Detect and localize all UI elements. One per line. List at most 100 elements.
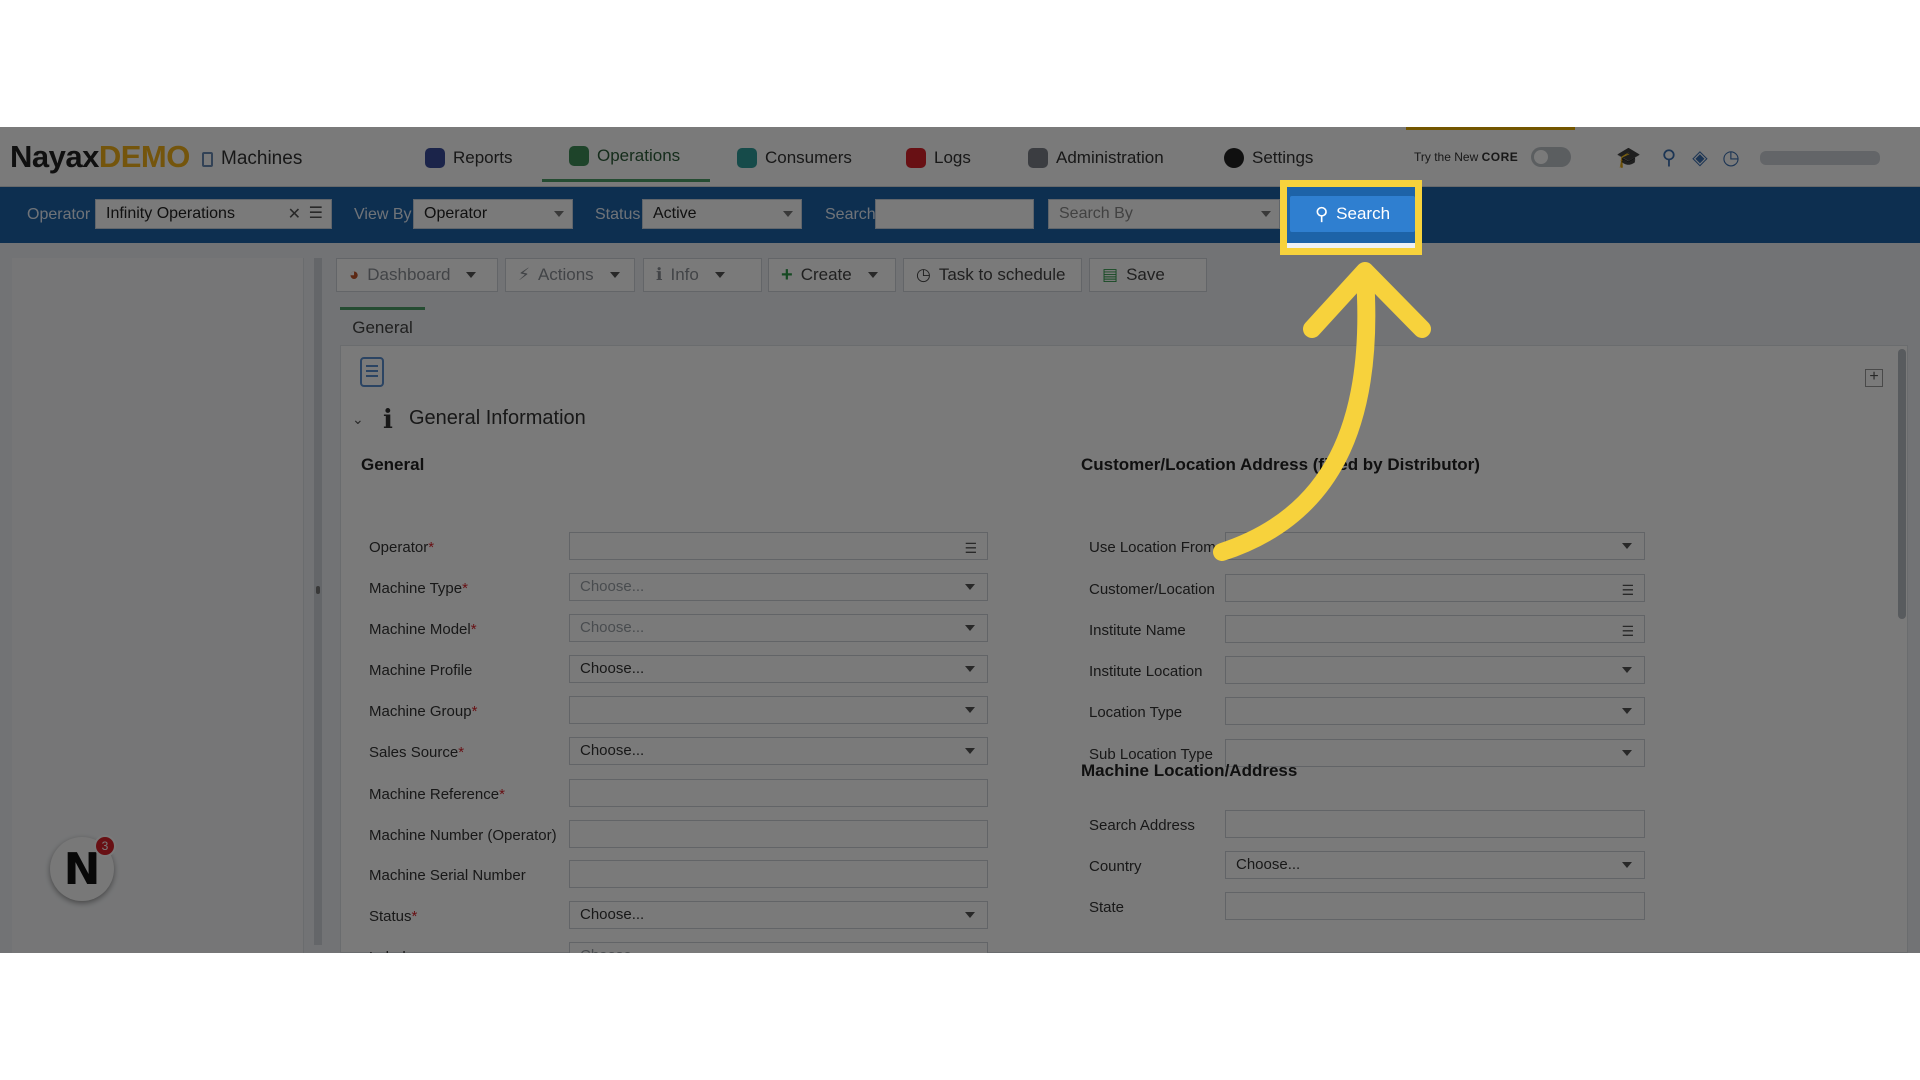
searchby-select[interactable]: Search By (1048, 199, 1280, 229)
field-label: Operator* (369, 539, 434, 556)
notification-count: 3 (101, 839, 109, 853)
field-value: Choose... (580, 578, 645, 595)
nav-label: Logs (934, 148, 971, 167)
chevron-down-icon (609, 272, 620, 278)
searchby-placeholder: Search By (1059, 205, 1133, 222)
list-icon: ☰ (1621, 623, 1634, 639)
reports-icon (425, 148, 445, 168)
form-field[interactable]: Choose... (569, 573, 988, 601)
field-label: Status* (369, 908, 417, 925)
field-label: Country (1089, 858, 1142, 875)
chevron-down-icon (1622, 667, 1632, 673)
info-button[interactable]: ℹ Info (643, 258, 762, 292)
nav-settings[interactable]: Settings (1224, 143, 1313, 173)
globe-icon[interactable]: ◈ (1689, 147, 1711, 169)
nav-reports[interactable]: Reports (425, 143, 513, 173)
status-filter-label: Status (595, 206, 641, 223)
settings-gear-icon (1224, 148, 1244, 168)
form-field[interactable]: ☰ (1225, 615, 1645, 643)
field-label: Machine Number (Operator) (369, 827, 557, 844)
form-field[interactable] (1225, 892, 1645, 920)
dashboard-label: Dashboard (367, 265, 451, 284)
field-label: Machine Reference* (369, 786, 505, 803)
tab-general[interactable]: General (340, 307, 425, 345)
chevron-down-icon (1622, 543, 1632, 549)
viewby-select[interactable]: Operator (413, 199, 573, 229)
form-field[interactable] (1225, 656, 1645, 684)
collapse-chevron-icon[interactable]: ⌄ (352, 411, 364, 428)
plus-icon: + (781, 263, 793, 286)
chevron-down-icon (867, 272, 878, 278)
form-field[interactable] (569, 779, 988, 807)
actions-button[interactable]: ⚡ Actions (505, 258, 635, 292)
required-marker: * (458, 744, 465, 761)
content-scrollbar[interactable] (1898, 349, 1906, 619)
search-icon[interactable]: ⚲ (1658, 147, 1680, 169)
form-field[interactable] (1225, 810, 1645, 838)
field-label-text: Machine Profile (369, 662, 473, 679)
new-core-toggle[interactable] (1531, 147, 1571, 167)
lightning-icon: ⚡ (518, 265, 530, 284)
form-field[interactable]: Choose... (569, 614, 988, 642)
field-label-text: Machine Type (369, 580, 463, 597)
status-filter-select[interactable]: Active (642, 199, 802, 229)
field-value: Choose... (580, 906, 645, 923)
field-label-text: Sales Source (369, 744, 459, 761)
form-field[interactable] (569, 696, 988, 724)
chevron-down-icon (1261, 211, 1271, 217)
required-marker: * (462, 580, 468, 597)
clear-icon[interactable]: ✕ (288, 205, 301, 225)
form-field[interactable] (569, 860, 988, 888)
active-tab-indicator (542, 179, 710, 182)
form-field[interactable]: ☰ (569, 532, 988, 560)
nav-administration[interactable]: Administration (1028, 143, 1164, 173)
sidebar-splitter[interactable] (314, 258, 322, 945)
module-title: Machines (202, 148, 302, 170)
form-field[interactable] (1225, 697, 1645, 725)
task-to-schedule-button[interactable]: ◷ Task to schedule (903, 258, 1082, 292)
field-label: Institute Location (1089, 663, 1203, 680)
field-label-text: Labels (369, 949, 413, 953)
field-label: Machine Serial Number (369, 867, 526, 884)
save-button[interactable]: ▤ Save (1089, 258, 1207, 292)
module-label: Machines (221, 148, 303, 169)
clock-icon[interactable]: ◷ (1720, 147, 1742, 169)
nav-operations[interactable]: Operations (569, 141, 680, 171)
operator-filter-input[interactable]: Infinity Operations ✕ ☰ (95, 199, 332, 229)
filter-bar: Operator Infinity Operations ✕ ☰ View By… (0, 187, 1920, 243)
user-menu[interactable] (1760, 151, 1880, 165)
field-label: Search Address (1089, 817, 1195, 834)
form-field[interactable] (569, 820, 988, 848)
list-icon: ☰ (964, 540, 977, 556)
field-value: Choose... (580, 947, 644, 954)
field-label: Machine Profile (369, 662, 472, 679)
notification-count-badge: 3 (94, 835, 116, 857)
create-button[interactable]: + Create (768, 258, 896, 292)
expand-plus-icon[interactable]: + (1865, 369, 1883, 387)
search-filter-input[interactable] (875, 199, 1034, 229)
nav-consumers[interactable]: Consumers (737, 143, 852, 173)
nav-logs[interactable]: Logs (906, 143, 971, 173)
form-field[interactable]: Choose... (569, 737, 988, 765)
chevron-down-icon (965, 584, 975, 590)
create-label: Create (800, 265, 852, 284)
form-field[interactable]: Choose... (1225, 851, 1645, 879)
dashboard-button[interactable]: ◕ Dashboard (336, 258, 498, 292)
field-label-text: Operator (369, 539, 429, 556)
form-field[interactable]: Choose... (569, 942, 988, 953)
nav-label: Consumers (765, 148, 852, 167)
save-icon: ▤ (1102, 265, 1119, 284)
nayax-logo[interactable]: NayaxDEMO (10, 139, 190, 175)
field-value: Choose... (1236, 856, 1301, 873)
consumers-icon (737, 148, 757, 168)
field-label: Machine Group* (369, 703, 477, 720)
form-field[interactable]: Choose... (569, 655, 988, 683)
core-name: CORE (1481, 150, 1519, 164)
chevron-down-icon (466, 272, 477, 278)
list-icon[interactable]: ☰ (309, 204, 323, 224)
form-field[interactable]: Choose... (569, 901, 988, 929)
operations-icon (569, 146, 589, 166)
field-label-text: Machine Model (369, 621, 471, 638)
academy-cap-icon[interactable]: 🎓 (1616, 147, 1641, 169)
field-label: Institute Name (1089, 622, 1186, 639)
